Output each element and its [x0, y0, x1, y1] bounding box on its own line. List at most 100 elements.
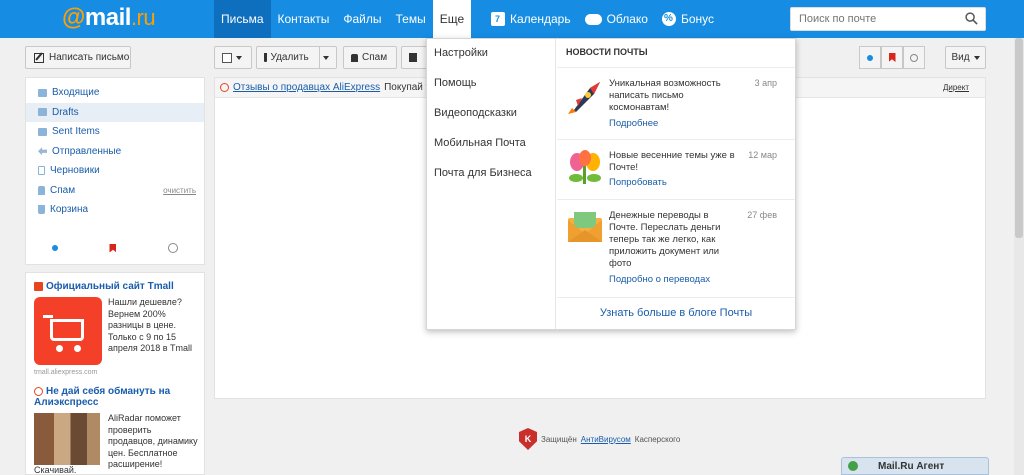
unread-toggle[interactable]: [859, 46, 881, 69]
menu-help[interactable]: Помощь: [434, 77, 477, 89]
folder-inbox[interactable]: Входящие: [26, 83, 204, 103]
folder-spam[interactable]: Спам очистить: [26, 181, 204, 201]
folder-trash[interactable]: Корзина: [26, 200, 204, 220]
ali-ad-title[interactable]: Не дай себя обмануть на Алиэкспресс: [34, 386, 170, 408]
tulips-icon: [569, 150, 601, 184]
mailru-logo[interactable]: @mail.ru: [62, 4, 156, 32]
bonus-icon: [661, 12, 676, 26]
paperclip-icon: [908, 51, 920, 64]
attachment-filter-icon[interactable]: [166, 240, 181, 256]
reply-arrow-icon: [38, 147, 47, 156]
folder-label: Sent Items: [52, 126, 100, 138]
compose-button[interactable]: Написать письмо: [25, 46, 131, 69]
tmall-cart-image[interactable]: [34, 297, 102, 365]
compose-icon: [34, 52, 44, 63]
blog-link[interactable]: Узнать больше в блоге Почты: [557, 297, 795, 319]
folder-drafts[interactable]: Drafts: [26, 102, 204, 122]
more-menu-list: Настройки Помощь Видеоподсказки Мобильна…: [427, 39, 556, 329]
kaspersky-shield-icon: K: [519, 428, 537, 450]
nav-calendar[interactable]: Календарь: [484, 0, 578, 38]
menu-business-mail[interactable]: Почта для Бизнеса: [434, 167, 532, 179]
folder-label: Корзина: [50, 204, 89, 216]
promo-link[interactable]: Отзывы о продавцах AliExpress: [233, 82, 380, 93]
news-link[interactable]: Подробно о переводах: [609, 274, 710, 285]
ads-panel: Официальный сайт Tmall Нашли дешевле? Ве…: [25, 272, 205, 475]
nav-bonus-label: Бонус: [680, 12, 715, 26]
view-button[interactable]: Вид: [945, 46, 986, 69]
flag-filter-icon[interactable]: [109, 243, 117, 253]
filter-icons: [26, 238, 204, 258]
nav-contacts[interactable]: Контакты: [271, 0, 337, 38]
flag-toggle[interactable]: [881, 46, 903, 69]
cloud-icon: [584, 13, 602, 25]
calendar-icon: [491, 12, 505, 26]
folder-icon: [38, 127, 47, 136]
agent-status-icon: [848, 461, 858, 471]
nav-themes[interactable]: Темы: [389, 0, 433, 38]
antivirus-link[interactable]: АнтиВирусом: [581, 435, 631, 444]
search-input[interactable]: [791, 8, 951, 30]
page-scrollbar[interactable]: [1014, 38, 1024, 475]
nav-bonus[interactable]: Бонус: [655, 0, 721, 38]
nav-letters[interactable]: Письма: [214, 0, 271, 38]
folder-list: Входящие Drafts Sent Items Отправленные …: [25, 77, 205, 265]
chevron-down-icon: [323, 55, 329, 60]
select-all-button[interactable]: [214, 46, 252, 69]
tmall-ad-title[interactable]: Официальный сайт Tmall: [34, 281, 174, 292]
nav-cloud-label: Облако: [606, 12, 648, 26]
menu-settings[interactable]: Настройки: [434, 47, 488, 59]
spam-button[interactable]: Спам: [343, 46, 397, 69]
ali-ad-text[interactable]: AliRadar поможет проверить продавцов, ди…: [108, 413, 198, 471]
nav-calendar-label: Календарь: [510, 12, 571, 26]
delete-label: Удалить: [270, 52, 309, 63]
folder-label: Отправленные: [52, 145, 122, 157]
document-icon: [38, 166, 45, 176]
direct-link[interactable]: Директ: [943, 83, 969, 92]
folder-sent[interactable]: Отправленные: [26, 142, 204, 162]
folder-drafts-ru[interactable]: Черновики: [26, 161, 204, 181]
menu-mobile-mail[interactable]: Мобильная Почта: [434, 137, 526, 149]
antivirus-notice: K Защищён АнтиВирусом Касперского: [519, 428, 680, 450]
cart-icon: [43, 315, 84, 341]
unread-filter-icon[interactable]: [51, 245, 58, 251]
news-panel: НОВОСТИ ПОЧТЫ Уникальная возможность нап…: [557, 39, 795, 329]
envelope-money-icon: [568, 212, 602, 242]
menu-video-tips[interactable]: Видеоподсказки: [434, 107, 517, 119]
news-text: Уникальная возможность написать письмо к…: [609, 78, 721, 113]
ad-badge-icon: [34, 387, 43, 396]
thumb-down-icon: [351, 53, 358, 62]
delete-button[interactable]: Удалить: [256, 46, 337, 69]
tmall-ad-source: tmall.aliexpress.com: [34, 369, 98, 376]
ali-ad-cta[interactable]: Скачивай.: [34, 465, 76, 475]
compose-label: Написать письмо: [49, 52, 130, 63]
search-icon[interactable]: [965, 12, 978, 25]
ali-ad-image[interactable]: [34, 413, 100, 465]
news-text: Новые весенние темы уже в Почте!: [609, 150, 735, 173]
news-date: 12 мар: [748, 150, 777, 160]
tmall-ad-text[interactable]: Нашли дешевле? Вернем 200% разницы в цен…: [108, 297, 192, 355]
inbox-icon: [38, 88, 47, 97]
top-header: @mail.ru Письма Контакты Файлы Темы Еще …: [0, 0, 1024, 38]
news-date: 27 фев: [747, 210, 777, 220]
thumb-down-icon: [38, 185, 45, 195]
nav-cloud[interactable]: Облако: [578, 0, 655, 38]
nav-more[interactable]: Еще: [432, 0, 472, 38]
ad-badge-icon: [220, 83, 229, 92]
folder-sent-items[interactable]: Sent Items: [26, 122, 204, 142]
news-link[interactable]: Подробнее: [609, 118, 658, 129]
folder-icon: [409, 53, 417, 62]
trash-icon: [38, 205, 45, 215]
folder-label: Черновики: [50, 165, 100, 177]
nav-files[interactable]: Файлы: [336, 0, 388, 38]
chevron-down-icon: [236, 55, 242, 60]
view-label: Вид: [951, 52, 970, 63]
scrollbar-thumb[interactable]: [1015, 38, 1023, 238]
clean-spam-link[interactable]: очистить: [163, 186, 196, 195]
spam-label: Спам: [362, 52, 388, 63]
trash-icon: [264, 53, 267, 62]
folder-label: Спам: [50, 184, 76, 196]
news-link[interactable]: Попробовать: [609, 177, 667, 188]
move-button[interactable]: [401, 46, 427, 69]
attachment-toggle[interactable]: [903, 46, 925, 69]
mailru-agent-bar[interactable]: Mail.Ru Агент: [841, 457, 989, 475]
